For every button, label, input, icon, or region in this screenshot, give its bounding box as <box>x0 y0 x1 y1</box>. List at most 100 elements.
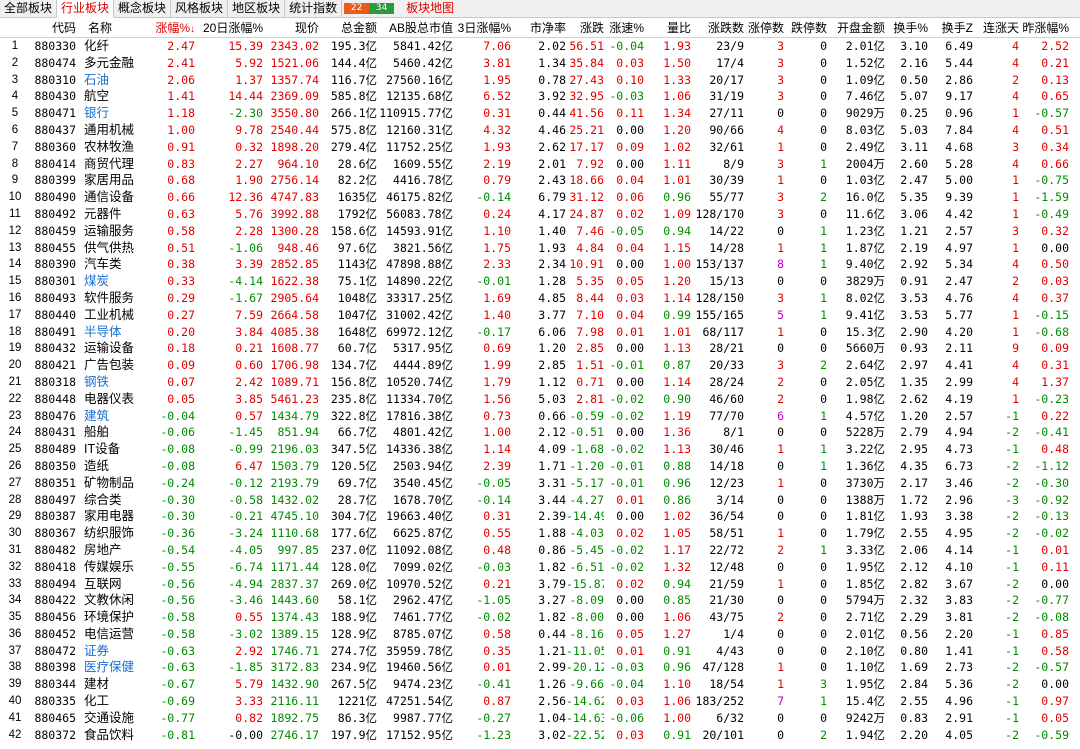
col-streak-header[interactable]: 连涨天 <box>973 18 1019 38</box>
col-3d-change-cell: -0.03 <box>476 559 511 574</box>
col-market-cap-cell: 5317.95亿 <box>393 341 453 356</box>
table-row[interactable]: 30 880367 纺织服饰 -0.36 -3.24 1110.68 177.6亿 6625.… <box>0 525 1080 542</box>
col-speed-cell: -0.02 <box>609 408 644 423</box>
table-row[interactable]: 2 880474 多元金融 2.41 5.92 1521.06 144.4亿 5460.42亿… <box>0 55 1080 72</box>
table-row[interactable]: 13 880455 供气供热 0.51 -1.06 948.46 97.6亿 3821.56亿… <box>0 240 1080 257</box>
tab-all-sectors[interactable]: 全部板块 <box>0 0 58 18</box>
col-up-down-header[interactable]: 涨跌数 <box>691 18 744 38</box>
col-name-cell: 化纤 <box>84 39 110 53</box>
table-row[interactable]: 34 880422 文教休闲 -0.56 -3.46 1443.60 58.1亿 2962.4… <box>0 592 1080 609</box>
col-change-pct-cell: 0.29 <box>167 290 195 305</box>
table-row[interactable]: 42 880372 食品饮料 -0.81 -0.00 2746.17 197.9亿 17152… <box>0 727 1080 744</box>
col-change-header[interactable]: 涨跌 <box>566 18 604 38</box>
table-row[interactable]: 9 880399 家居用品 0.68 1.90 2756.14 82.2亿 4416.78亿 0… <box>0 172 1080 189</box>
col-3d-change-cell: 1.69 <box>483 290 511 305</box>
col-change-cell: -9.66 <box>569 677 604 692</box>
col-market-cap-header[interactable]: AB股总市值 <box>377 18 453 38</box>
table-row[interactable]: 16 880493 软件服务 0.29 -1.67 2905.64 1048亿 33317.2… <box>0 290 1080 307</box>
tab-style-sectors[interactable]: 风格板块 <box>171 0 229 18</box>
table-row[interactable]: 40 880335 化工 -0.69 3.33 2116.11 1221亿 47251.54亿… <box>0 693 1080 710</box>
table-row[interactable]: 23 880476 建筑 -0.04 0.57 1434.79 322.8亿 17816.38… <box>0 408 1080 425</box>
col-name-header[interactable]: 名称 <box>76 18 142 38</box>
col-index-header[interactable] <box>0 18 30 38</box>
table-row[interactable]: 6 880437 通用机械 1.00 9.78 2540.44 575.8亿 12160.31… <box>0 122 1080 139</box>
table-row[interactable]: 4 880430 航空 1.41 14.44 2369.09 585.8亿 12135.68亿… <box>0 88 1080 105</box>
col-limit-down-header[interactable]: 跌停数 <box>784 18 827 38</box>
col-market-cap-cell: 1609.55亿 <box>393 156 453 171</box>
col-streak-cell: 4 <box>1012 156 1019 171</box>
table-row[interactable]: 11 880492 元器件 0.63 5.76 3992.88 1792亿 56083.78亿… <box>0 206 1080 223</box>
table-row[interactable]: 37 880472 证券 -0.63 2.92 1746.71 274.7亿 35959.78… <box>0 643 1080 660</box>
col-limit-up-header[interactable]: 涨停数 <box>744 18 784 38</box>
table-row[interactable]: 27 880351 矿物制品 -0.24 -0.12 2193.79 69.7亿 3540.4… <box>0 475 1080 492</box>
col-prev-change-header[interactable]: 昨涨幅% <box>1019 18 1069 38</box>
table-row[interactable]: 5 880471 银行 1.18 -2.30 3550.80 266.1亿 110915.77… <box>0 105 1080 122</box>
col-limit-up-cell: 0 <box>777 643 784 658</box>
table-row[interactable]: 14 880390 汽车类 0.38 3.39 2852.85 1143亿 47898.88亿… <box>0 256 1080 273</box>
col-limit-down-cell: 1 <box>820 442 827 457</box>
col-pb-header[interactable]: 市净率 <box>511 18 566 38</box>
col-speed-cell: -0.03 <box>609 89 644 104</box>
col-speed-header[interactable]: 涨速% <box>604 18 644 38</box>
table-row[interactable]: 18 880491 半导体 0.20 3.84 4085.38 1648亿 69972.12亿… <box>0 324 1080 341</box>
table-row[interactable]: 32 880418 传媒娱乐 -0.55 -6.74 1171.44 128.0亿 7099.… <box>0 559 1080 576</box>
col-turnover-cell: 58.1亿 <box>337 593 377 608</box>
tab-concept-sectors[interactable]: 概念板块 <box>114 0 172 18</box>
col-volume-ratio-header[interactable]: 量比 <box>644 18 691 38</box>
table-row[interactable]: 8 880414 商贸代理 0.83 2.27 964.10 28.6亿 1609.55亿 2.… <box>0 156 1080 173</box>
table-row[interactable]: 20 880421 广告包装 0.09 0.60 1706.98 134.7亿 4444.89… <box>0 357 1080 374</box>
col-change-pct-header[interactable]: 涨幅%↓ <box>142 18 195 38</box>
table-row[interactable]: 28 880497 综合类 -0.30 -0.58 1432.02 28.7亿 1678.70… <box>0 492 1080 509</box>
col-turnover-header[interactable]: 总金额 <box>319 18 377 38</box>
col-speed-cell: 0.11 <box>616 106 644 121</box>
tab-region-sectors[interactable]: 地区板块 <box>228 0 286 18</box>
col-price-header[interactable]: 现价 <box>263 18 319 38</box>
table-row[interactable]: 36 880452 电信运营 -0.58 -3.02 1389.15 128.9亿 8785.… <box>0 626 1080 643</box>
table-row[interactable]: 41 880465 交通设施 -0.77 0.82 1892.75 86.3亿 9987.77… <box>0 710 1080 727</box>
table-row[interactable]: 10 880490 通信设备 0.66 12.36 4747.83 1635亿 46175.8… <box>0 189 1080 206</box>
col-turnover-z-header[interactable]: 换手Z <box>928 18 973 38</box>
col-20d-change-cell: 0.60 <box>235 358 263 373</box>
col-speed-cell: -0.01 <box>609 458 644 473</box>
table-row[interactable]: 1 880330 化纤 2.47 15.39 2343.02 195.3亿 5841.42亿 7… <box>0 38 1080 55</box>
col-open-amount-header[interactable]: 开盘金额 <box>827 18 885 38</box>
col-market-cap-cell: 5841.42亿 <box>393 39 453 53</box>
col-20d-change-cell: 0.57 <box>235 408 263 423</box>
col-volume-ratio-cell: 0.88 <box>663 458 691 473</box>
col-code-cell: 880350 <box>34 458 76 473</box>
table-row[interactable]: 38 880398 医疗保健 -0.63 -1.85 3172.83 234.9亿 19460… <box>0 659 1080 676</box>
col-code-cell: 880432 <box>34 341 76 356</box>
col-turnover-z-cell: 0.96 <box>945 106 973 121</box>
tab-sector-map[interactable]: 板块地图 <box>402 0 458 18</box>
tab-stat-index[interactable]: 统计指数 <box>285 0 343 18</box>
col-3d-change-header[interactable]: 3日涨幅% <box>453 18 511 38</box>
table-row[interactable]: 29 880387 家用电器 -0.30 -0.21 4745.10 304.7亿 19663… <box>0 508 1080 525</box>
col-20d-change-header[interactable]: 20日涨幅% <box>195 18 263 38</box>
table-row[interactable]: 39 880344 建材 -0.67 5.79 1432.90 267.5亿 9474.23亿… <box>0 676 1080 693</box>
col-pb-cell: 0.66 <box>538 408 566 423</box>
table-row[interactable]: 26 880350 造纸 -0.08 6.47 1503.79 120.5亿 2503.94亿… <box>0 458 1080 475</box>
table-row[interactable]: 17 880440 工业机械 0.27 7.59 2664.58 1047亿 31002.42… <box>0 307 1080 324</box>
table-row[interactable]: 19 880432 运输设备 0.18 0.21 1608.77 60.7亿 5317.95亿… <box>0 340 1080 357</box>
col-index-cell: 29 <box>8 510 22 523</box>
table-row[interactable]: 22 880448 电器仪表 0.05 3.85 5461.23 235.8亿 11334.7… <box>0 391 1080 408</box>
col-3d-change-cell: 0.73 <box>483 408 511 423</box>
table-row[interactable]: 21 880318 钢铁 0.07 2.42 1089.71 156.8亿 10520.74亿… <box>0 374 1080 391</box>
col-prev-change-cell: 0.34 <box>1041 139 1069 154</box>
col-index-cell: 16 <box>8 291 22 304</box>
col-code-header[interactable]: 代码 <box>30 18 76 38</box>
tab-industry-sectors[interactable]: 行业板块 <box>57 0 115 18</box>
table-row[interactable]: 31 880482 房地产 -0.54 -4.05 997.85 237.0亿 11092.0… <box>0 542 1080 559</box>
col-turnover-rate-header[interactable]: 换手% <box>885 18 928 38</box>
table-row[interactable]: 12 880459 运输服务 0.58 2.28 1300.28 158.6亿 14593.9… <box>0 223 1080 240</box>
table-row[interactable]: 25 880489 IT设备 -0.08 -0.99 2196.03 347.5亿 14336… <box>0 441 1080 458</box>
table-row[interactable]: 35 880456 环境保护 -0.58 0.55 1374.43 188.9亿 7461.7… <box>0 609 1080 626</box>
col-index-cell: 1 <box>11 40 19 52</box>
table-row[interactable]: 33 880494 互联网 -0.56 -4.94 2837.37 269.0亿 10970.… <box>0 576 1080 593</box>
table-row[interactable]: 3 880310 石油 2.06 1.37 1357.74 116.7亿 27560.16亿 1… <box>0 72 1080 89</box>
table-row[interactable]: 7 880360 农林牧渔 0.91 0.32 1898.20 279.4亿 11752.25… <box>0 139 1080 156</box>
table-row[interactable]: 15 880301 煤炭 0.33 -4.14 1622.38 75.1亿 14890.22亿… <box>0 273 1080 290</box>
col-streak-cell: 9 <box>1012 341 1019 356</box>
table-row[interactable]: 24 880431 船舶 -0.06 -1.45 851.94 66.7亿 4801.42亿 1… <box>0 424 1080 441</box>
col-index-cell: 10 <box>8 191 22 204</box>
